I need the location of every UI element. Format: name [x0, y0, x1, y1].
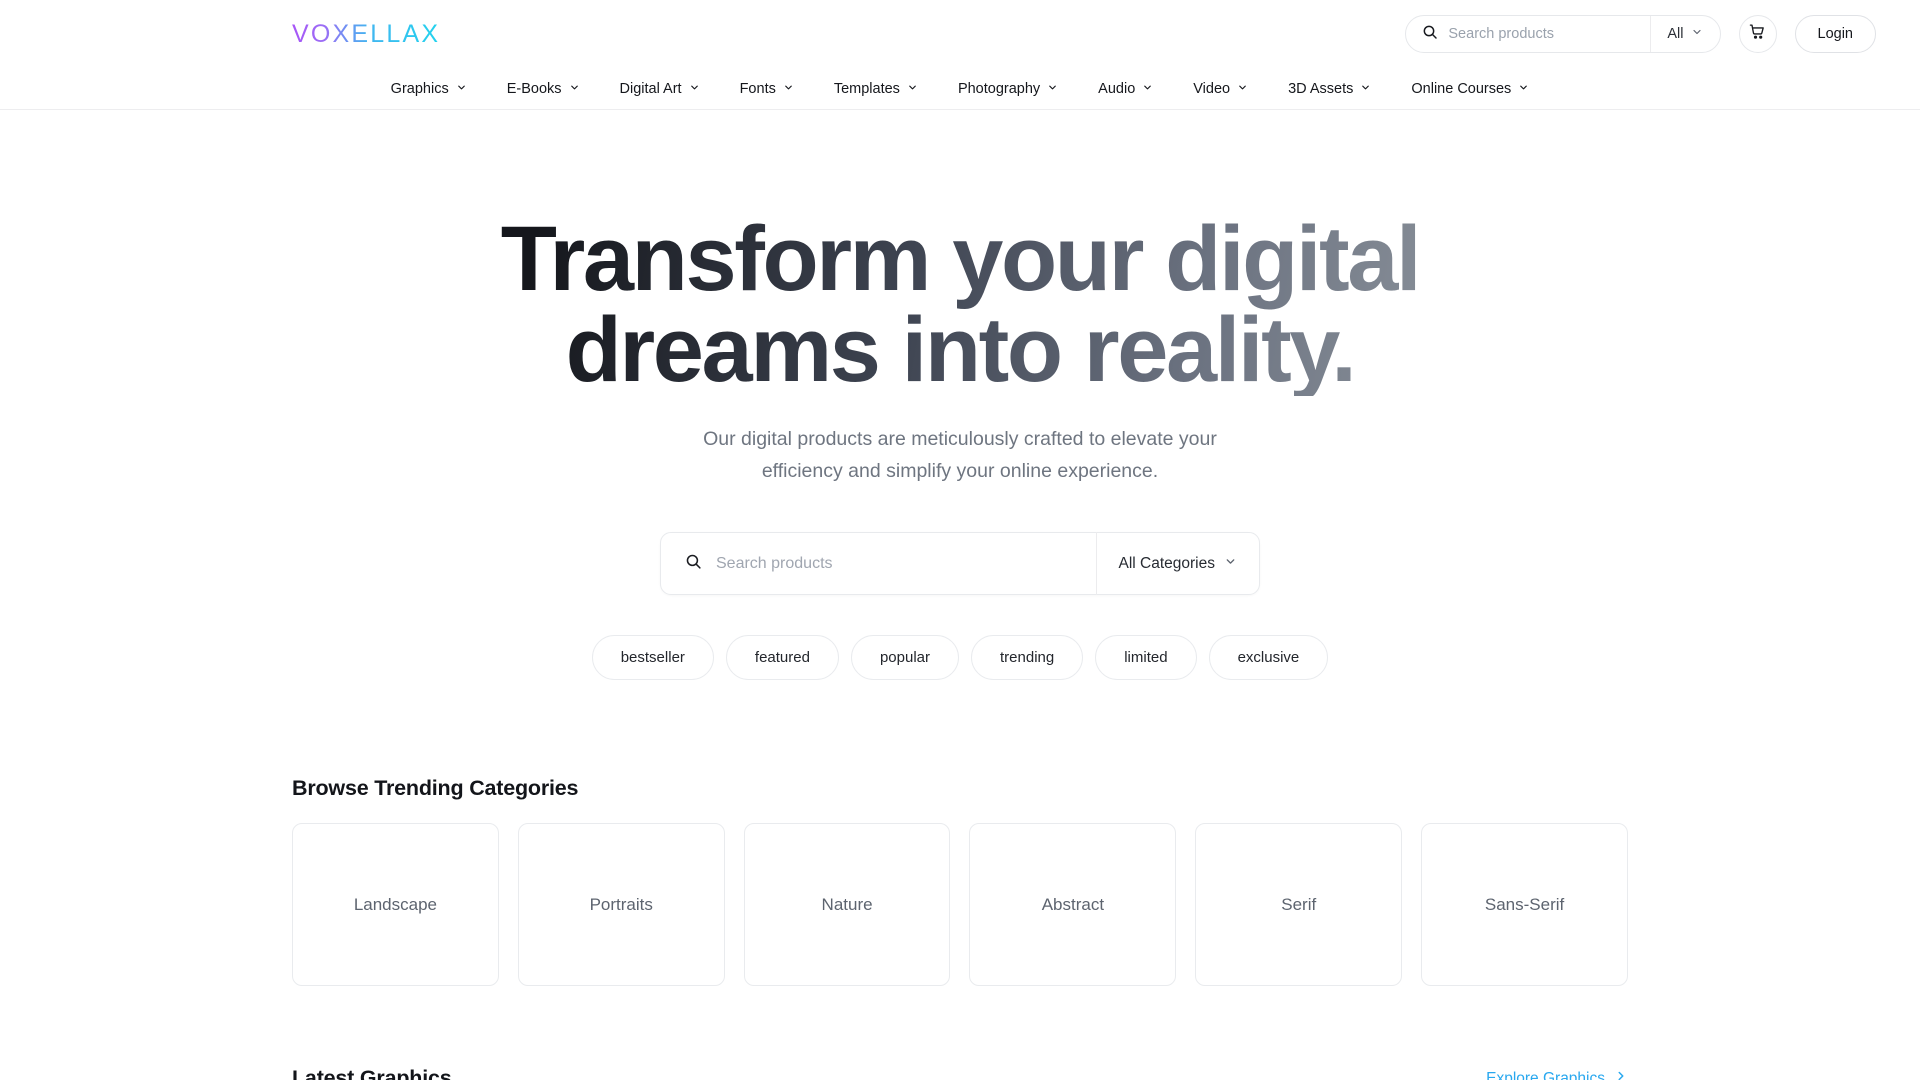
- nav-item-online-courses[interactable]: Online Courses: [1391, 68, 1549, 110]
- nav-label: Graphics: [390, 80, 449, 97]
- nav-label: E-Books: [506, 80, 562, 97]
- nav-item-graphics[interactable]: Graphics: [371, 68, 487, 110]
- search-icon: [1422, 24, 1438, 45]
- latest-graphics-section: Latest Graphics Explore Graphics: [0, 1066, 1920, 1080]
- hero-tag-list: bestseller featured popular trending lim…: [0, 635, 1920, 681]
- tag-popular[interactable]: popular: [850, 635, 959, 681]
- nav-item-e-books[interactable]: E-Books: [487, 68, 600, 110]
- categories-section-header: Browse Trending Categories: [292, 776, 1628, 801]
- nav-label: Audio: [1098, 80, 1136, 97]
- cart-button[interactable]: [1738, 15, 1777, 53]
- categories-grid: Landscape Portraits Nature Abstract Seri…: [292, 823, 1628, 987]
- chevron-down-icon: [1047, 81, 1058, 97]
- nav-label: 3D Assets: [1288, 80, 1354, 97]
- hero-search-placeholder: Search products: [716, 554, 833, 572]
- tag-featured[interactable]: featured: [725, 635, 839, 681]
- tag-bestseller[interactable]: bestseller: [591, 635, 714, 681]
- hero-search-container: Search products All Categories: [660, 532, 1260, 596]
- trending-categories-section: Browse Trending Categories Landscape Por…: [0, 776, 1920, 987]
- nav-label: Photography: [957, 80, 1041, 97]
- nav-item-digital-art[interactable]: Digital Art: [600, 68, 720, 110]
- chevron-down-icon: [1691, 26, 1703, 42]
- nav-label: Online Courses: [1411, 80, 1512, 97]
- chevron-down-icon: [783, 81, 794, 97]
- header-search-container: Search products All: [1405, 15, 1721, 53]
- chevron-down-icon: [1237, 81, 1248, 97]
- page-title: Transform your digital dreams into reali…: [430, 214, 1490, 396]
- nav-item-fonts[interactable]: Fonts: [720, 68, 814, 110]
- latest-section-header: Latest Graphics Explore Graphics: [292, 1066, 1628, 1080]
- header-actions: Search products All Login: [1405, 15, 1876, 53]
- nav-label: Fonts: [739, 80, 776, 97]
- hero-section: Transform your digital dreams into reali…: [0, 110, 1920, 681]
- search-icon: [685, 553, 702, 575]
- nav-label: Digital Art: [619, 80, 682, 97]
- header-category-select[interactable]: All: [1651, 16, 1719, 52]
- category-card-landscape[interactable]: Landscape: [292, 823, 499, 987]
- nav-item-video[interactable]: Video: [1173, 68, 1268, 110]
- categories-section-title: Browse Trending Categories: [292, 776, 579, 801]
- nav-label: Templates: [833, 80, 900, 97]
- category-card-abstract[interactable]: Abstract: [969, 823, 1177, 987]
- header-search-input[interactable]: Search products: [1406, 16, 1650, 52]
- category-card-sans-serif[interactable]: Sans-Serif: [1421, 823, 1628, 987]
- hero-heading-line-2: dreams into reality.: [565, 299, 1355, 402]
- nav-label: Video: [1193, 80, 1231, 97]
- hero-category-value: All Categories: [1118, 554, 1216, 572]
- chevron-down-icon: [907, 81, 918, 97]
- nav-item-audio[interactable]: Audio: [1078, 68, 1173, 110]
- tag-exclusive[interactable]: exclusive: [1208, 635, 1329, 681]
- primary-navigation: Graphics E-Books Digital Art Fonts Templ…: [0, 68, 1920, 110]
- chevron-down-icon: [569, 81, 580, 97]
- category-card-serif[interactable]: Serif: [1195, 823, 1403, 987]
- latest-section-title: Latest Graphics: [292, 1066, 452, 1080]
- nav-item-photography[interactable]: Photography: [938, 68, 1078, 110]
- login-button[interactable]: Login: [1794, 15, 1876, 53]
- header-search-placeholder: Search products: [1448, 26, 1554, 42]
- shopping-cart-icon: [1749, 23, 1766, 45]
- hero-search-input[interactable]: Search products: [661, 533, 1096, 594]
- chevron-down-icon: [689, 81, 700, 97]
- chevron-down-icon: [1518, 81, 1529, 97]
- chevron-down-icon: [1224, 555, 1237, 573]
- hero-subtitle: Our digital products are meticulously cr…: [703, 428, 1217, 482]
- chevron-down-icon: [456, 81, 467, 97]
- nav-item-templates[interactable]: Templates: [814, 68, 938, 110]
- chevron-down-icon: [1360, 81, 1371, 97]
- brand-logo[interactable]: VOXELLAX: [292, 20, 440, 49]
- top-header-bar: VOXELLAX Search products All Login: [0, 0, 1920, 68]
- chevron-down-icon: [1142, 81, 1153, 97]
- category-card-portraits[interactable]: Portraits: [517, 823, 725, 987]
- nav-item-3d-assets[interactable]: 3D Assets: [1268, 68, 1391, 110]
- tag-limited[interactable]: limited: [1095, 635, 1197, 681]
- tag-trending[interactable]: trending: [971, 635, 1084, 681]
- hero-category-select[interactable]: All Categories: [1097, 533, 1260, 594]
- explore-graphics-link[interactable]: Explore Graphics: [1486, 1069, 1628, 1080]
- header-category-value: All: [1667, 26, 1684, 42]
- hero-heading-line-1: Transform your digital: [500, 208, 1420, 310]
- category-card-nature[interactable]: Nature: [743, 823, 951, 987]
- explore-graphics-label: Explore Graphics: [1486, 1069, 1605, 1080]
- chevron-right-icon: [1614, 1069, 1628, 1080]
